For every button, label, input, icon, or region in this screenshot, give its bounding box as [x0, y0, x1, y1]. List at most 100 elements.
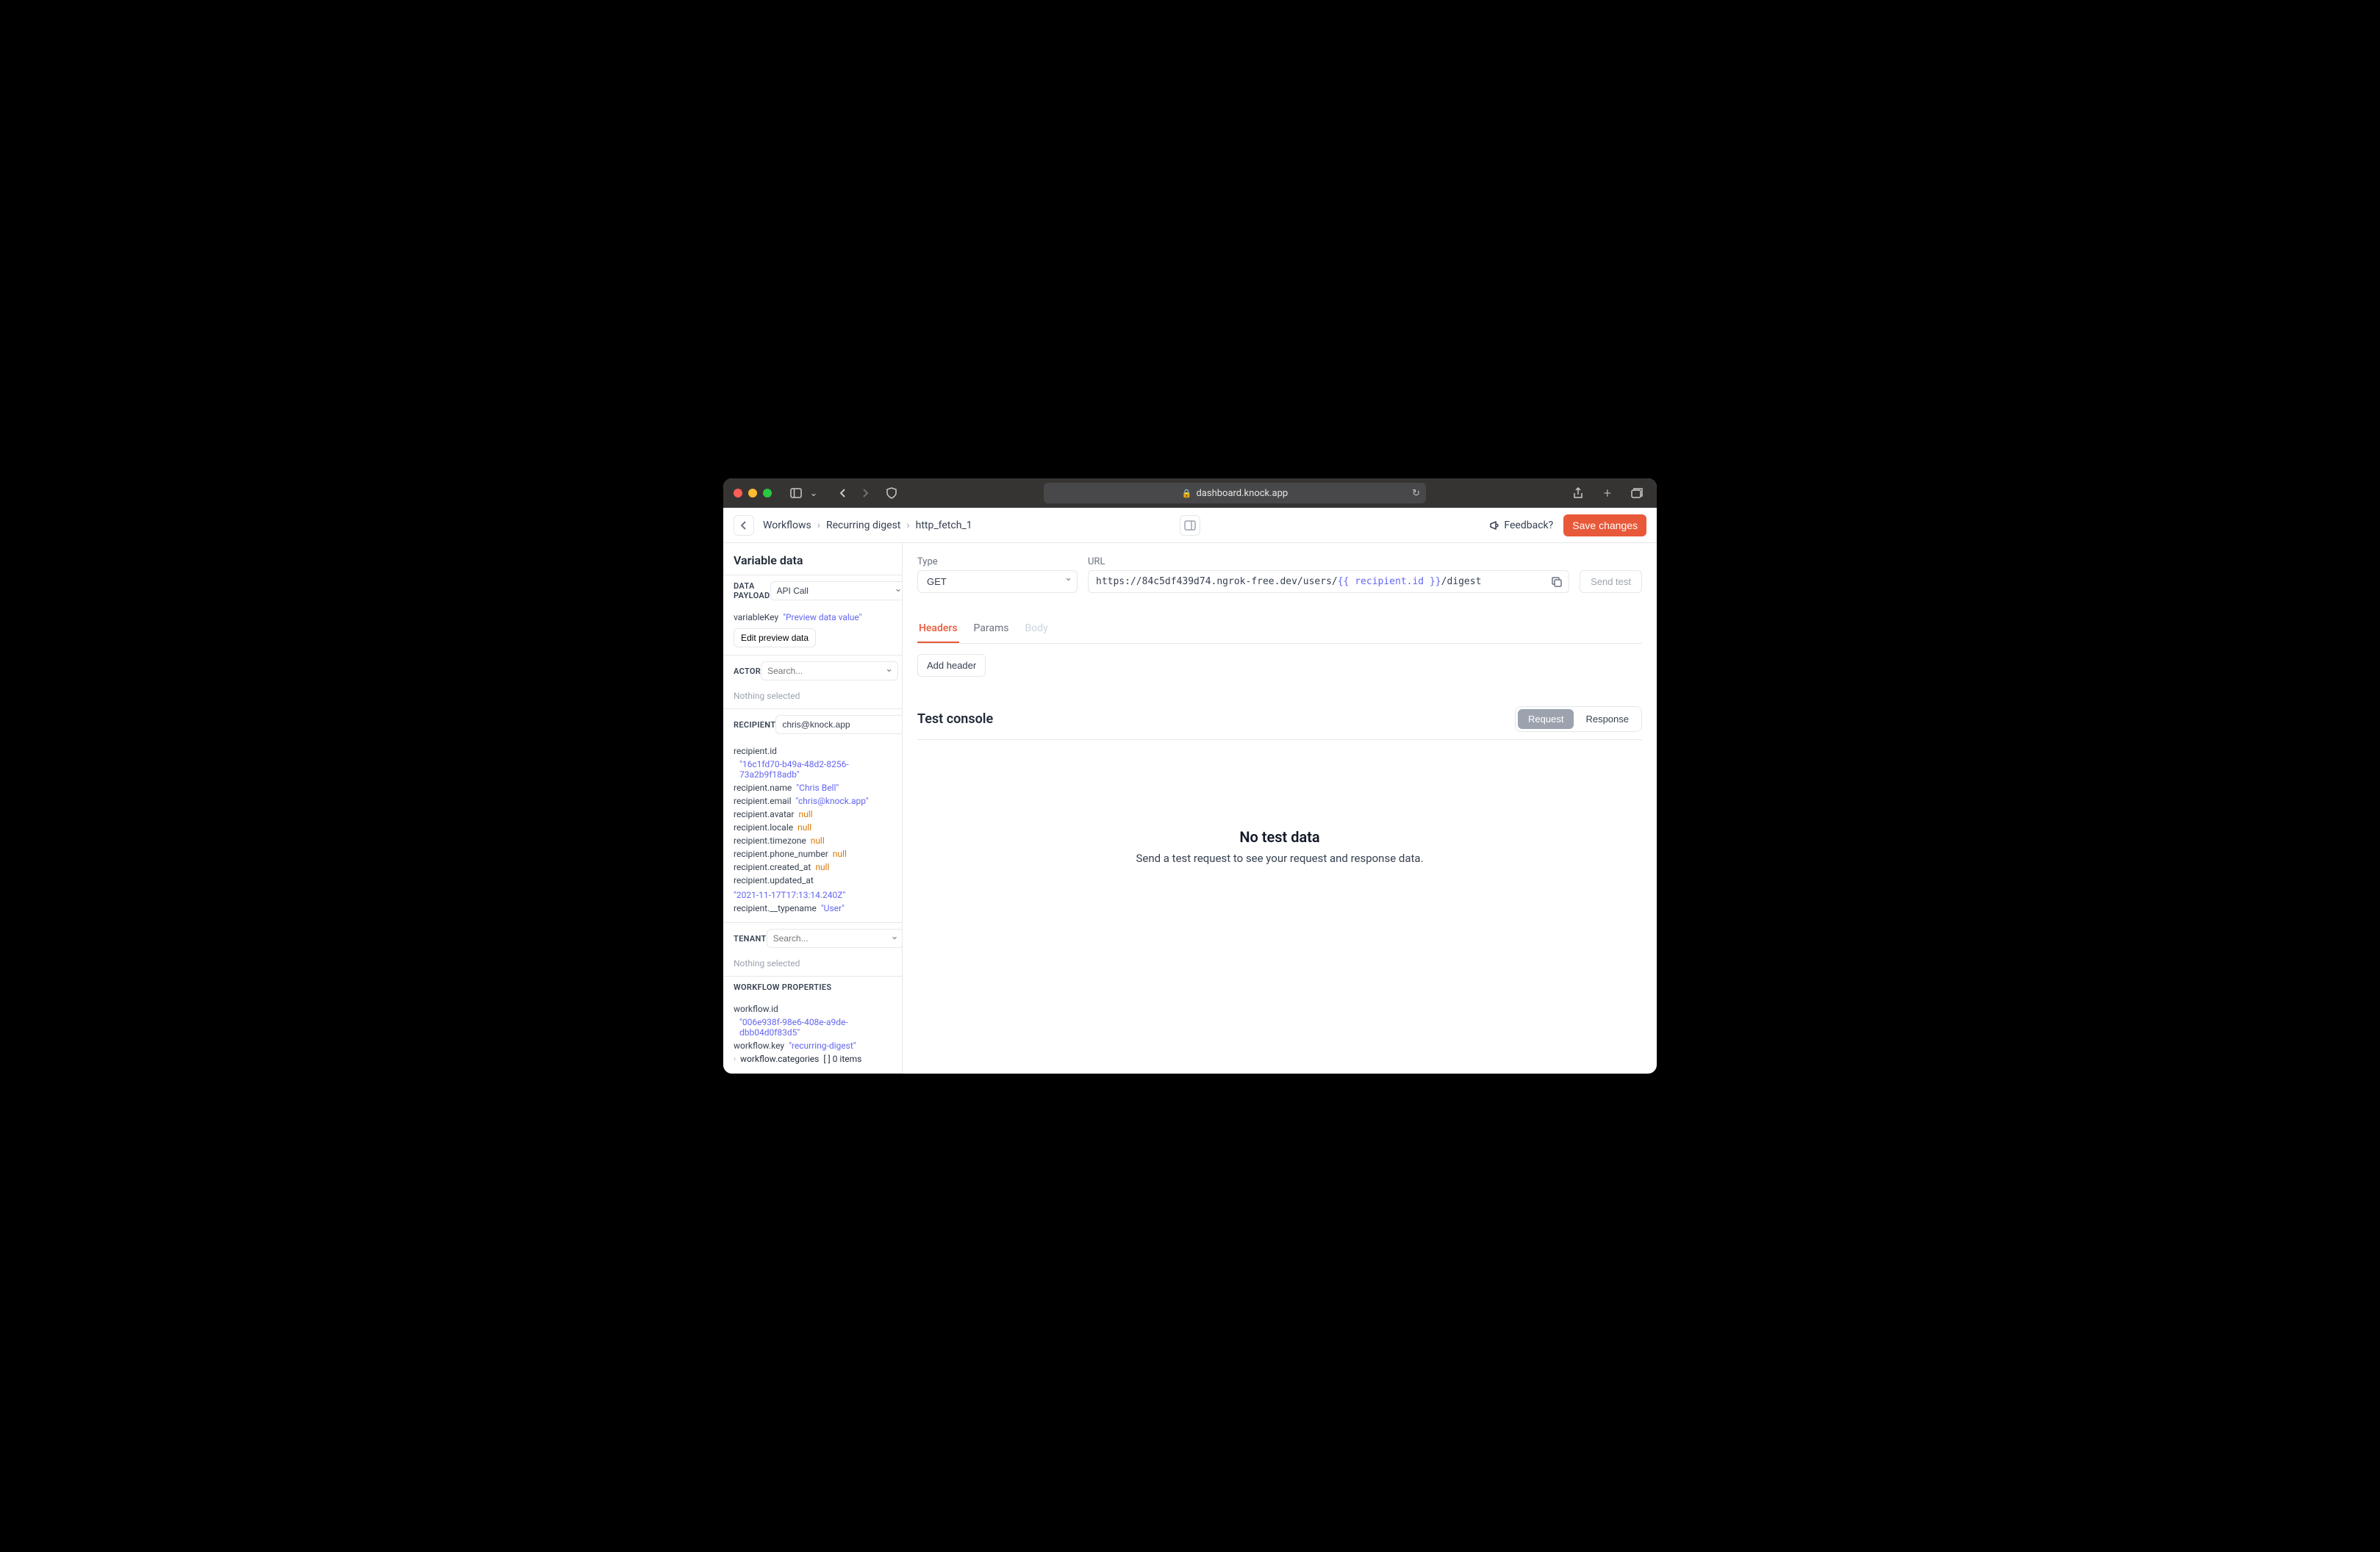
variable-row: recipient.locale null [734, 821, 892, 834]
variable-value: null [815, 862, 829, 872]
console-empty-body: Send a test request to see your request … [932, 852, 1627, 865]
browser-url-bar[interactable]: 🔒 dashboard.knock.app ↻ [1044, 483, 1426, 503]
variable-row: recipient.avatar null [734, 808, 892, 821]
send-test-button[interactable]: Send test [1580, 570, 1642, 593]
workflow-categories-label: workflow.categories [740, 1054, 819, 1064]
http-method-select[interactable] [917, 570, 1078, 593]
variable-value: null [833, 849, 847, 859]
variable-value: "Chris Bell" [796, 783, 839, 793]
sidebar-toggle-icon[interactable] [786, 484, 806, 502]
variable-value: "006e938f-98e6-408e-a9de-dbb04d0f83d5" [739, 1017, 892, 1038]
variable-key-label: variableKey [734, 612, 778, 622]
breadcrumb-item[interactable]: Recurring digest [826, 520, 900, 531]
variable-key: recipient.id [734, 746, 777, 756]
workflow-categories-row[interactable]: › workflow.categories [ ] 0 items [734, 1052, 892, 1066]
new-tab-icon[interactable]: + [1598, 484, 1617, 502]
back-button[interactable] [734, 515, 754, 536]
tab-body[interactable]: Body [1024, 615, 1050, 643]
variable-value: "16c1fd70-b49a-48d2-8256-73a2b9f18adb" [739, 759, 892, 780]
variable-value: "chris@knock.app" [796, 796, 869, 806]
variable-value: "2021-11-17T17:13:14.240Z" [734, 890, 845, 900]
actor-empty-text: Nothing selected [723, 686, 902, 708]
recipient-select[interactable] [775, 715, 903, 734]
request-tabs: Headers Params Body [917, 615, 1642, 644]
variable-key: recipient.name [734, 783, 792, 793]
variable-value: null [811, 836, 825, 846]
variable-value: "recurring-digest" [789, 1041, 856, 1051]
tenant-select[interactable] [767, 929, 903, 948]
sidebar: Variable data DATA PAYLOAD variableKey "… [723, 543, 903, 1074]
recipient-fields: recipient.id "16c1fd70-b49a-48d2-8256-73a… [723, 740, 902, 922]
variable-row: recipient.__typename "User" [734, 902, 892, 915]
variable-row: recipient.email "chris@knock.app" [734, 794, 892, 808]
test-console: Test console Request Response No test da… [917, 706, 1642, 953]
close-window-icon[interactable] [734, 489, 742, 497]
variable-key: recipient.avatar [734, 809, 794, 819]
variable-key: recipient.email [734, 796, 792, 806]
lock-icon: 🔒 [1182, 489, 1192, 498]
minimize-window-icon[interactable] [748, 489, 757, 497]
variable-key: recipient.locale [734, 822, 793, 833]
workflow-fields: workflow.id "006e938f-98e6-408e-a9de-dbb0… [734, 1002, 892, 1052]
chevron-right-icon: › [906, 520, 909, 531]
copy-icon[interactable] [1552, 577, 1562, 587]
variable-key: workflow.key [734, 1041, 784, 1051]
data-payload-select[interactable] [770, 581, 903, 600]
seg-request[interactable]: Request [1518, 709, 1574, 729]
variable-value: null [798, 809, 812, 819]
breadcrumb: Workflows › Recurring digest › http_fetc… [763, 520, 972, 531]
type-label: Type [917, 556, 1078, 567]
panel-toggle-button[interactable] [1180, 515, 1200, 536]
maximize-window-icon[interactable] [763, 489, 772, 497]
variable-key: recipient.timezone [734, 836, 806, 846]
edit-preview-data-button[interactable]: Edit preview data [734, 628, 816, 647]
actor-label: ACTOR [734, 667, 761, 676]
nav-forward-icon[interactable] [856, 484, 875, 502]
variable-row: recipient.updated_at "2021-11-17T17:13:14… [734, 874, 892, 902]
shield-icon[interactable] [882, 484, 901, 502]
variable-value: "User" [821, 903, 845, 913]
feedback-button[interactable]: Feedback? [1489, 520, 1553, 531]
variable-row: recipient.id [734, 744, 892, 758]
window-controls [734, 489, 772, 497]
variable-row: recipient.name "Chris Bell" [734, 781, 892, 794]
reload-icon[interactable]: ↻ [1412, 488, 1420, 499]
console-segmented-control: Request Response [1515, 706, 1642, 732]
tab-headers[interactable]: Headers [917, 615, 959, 643]
chevron-down-icon[interactable]: ⌄ [809, 484, 819, 502]
chevron-right-icon: › [817, 520, 820, 531]
sidebar-title: Variable data [723, 543, 902, 575]
tab-params[interactable]: Params [972, 615, 1011, 643]
browser-url-text: dashboard.knock.app [1196, 488, 1288, 499]
variable-key: recipient.updated_at [734, 875, 814, 885]
tenant-empty-text: Nothing selected [723, 954, 902, 976]
breadcrumb-item[interactable]: http_fetch_1 [916, 520, 972, 531]
variable-value: null [797, 822, 811, 833]
actor-select[interactable] [761, 661, 898, 680]
chevron-right-icon: › [734, 1055, 736, 1063]
workflow-props-label: WORKFLOW PROPERTIES [734, 982, 831, 992]
variable-row: recipient.created_at null [734, 861, 892, 874]
variable-key-value: "Preview data value" [783, 612, 861, 622]
url-label: URL [1088, 556, 1569, 567]
recipient-label: RECIPIENT [734, 720, 775, 730]
nav-back-icon[interactable] [834, 484, 853, 502]
tenant-label: TENANT [734, 934, 767, 944]
add-header-button[interactable]: Add header [917, 654, 986, 677]
url-input[interactable]: https://84c5df439d74.ngrok-free.dev/user… [1088, 570, 1569, 593]
variable-key: recipient.phone_number [734, 849, 828, 859]
browser-titlebar: ⌄ 🔒 dashboard.knock.app ↻ + [723, 478, 1657, 508]
variable-key: workflow.id [734, 1004, 778, 1014]
data-payload-label: DATA PAYLOAD [734, 581, 770, 600]
megaphone-icon [1489, 520, 1499, 531]
variable-key: recipient.__typename [734, 903, 817, 913]
test-console-title: Test console [917, 711, 993, 727]
variable-row: recipient.phone_number null [734, 847, 892, 861]
app-header: Workflows › Recurring digest › http_fetc… [723, 508, 1657, 543]
tabs-overview-icon[interactable] [1627, 484, 1646, 502]
variable-key: recipient.created_at [734, 862, 811, 872]
seg-response[interactable]: Response [1575, 709, 1639, 729]
save-changes-button[interactable]: Save changes [1563, 514, 1646, 536]
breadcrumb-item[interactable]: Workflows [763, 520, 811, 531]
share-icon[interactable] [1569, 484, 1588, 502]
